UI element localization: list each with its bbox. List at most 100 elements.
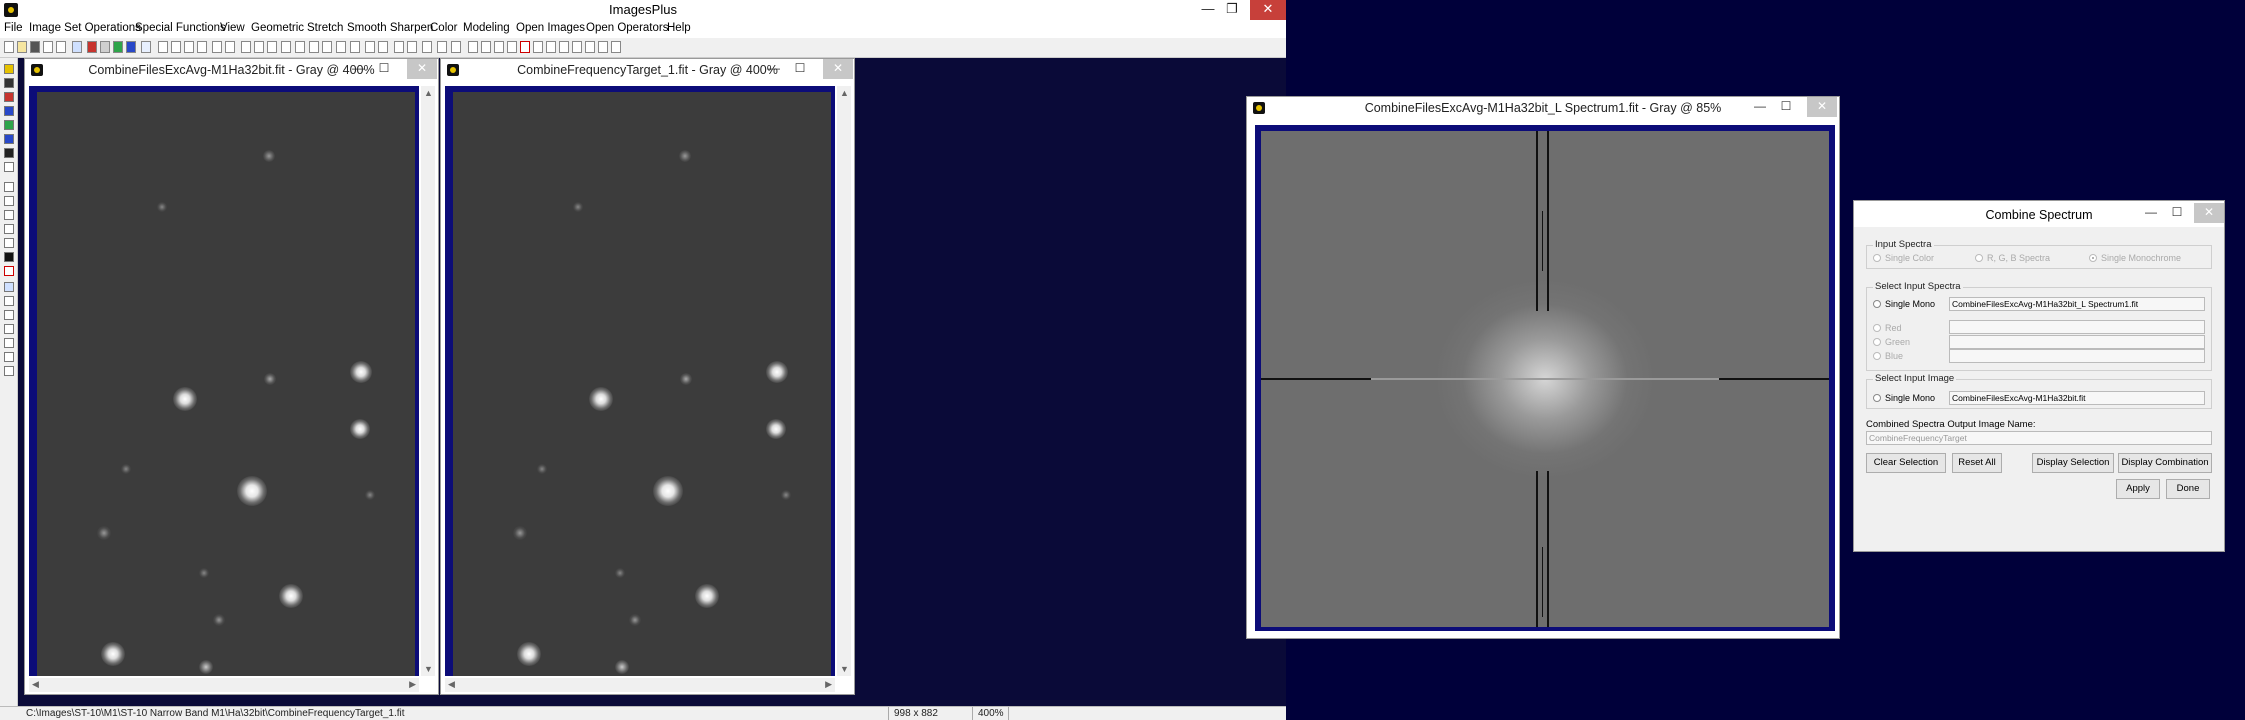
brush-icon[interactable] <box>407 41 417 53</box>
crop-icon[interactable] <box>322 41 332 53</box>
crosshair-icon[interactable] <box>309 41 319 53</box>
zoom-fit-icon[interactable] <box>468 41 478 53</box>
window-close-button[interactable]: ✕ <box>407 59 437 79</box>
window-maximize-button[interactable]: ☐ <box>787 59 813 79</box>
curves-icon[interactable] <box>365 41 375 53</box>
zoom-out-icon[interactable] <box>494 41 504 53</box>
open-file-icon[interactable] <box>17 41 27 53</box>
radio-rgb-spectra[interactable] <box>1975 254 1983 262</box>
zoom-actual-icon[interactable] <box>507 41 517 53</box>
tile-icon[interactable] <box>546 41 556 53</box>
levels-icon[interactable] <box>350 41 360 53</box>
window-close-button[interactable]: ✕ <box>823 59 853 79</box>
tool-doc-icon[interactable] <box>4 182 14 192</box>
pin-icon[interactable] <box>212 41 222 53</box>
histogram-icon[interactable] <box>336 41 346 53</box>
radio-single-mono-image[interactable] <box>1873 394 1881 402</box>
menu-help[interactable]: Help <box>667 22 691 34</box>
grid-add-icon[interactable] <box>295 41 305 53</box>
menu-file[interactable]: File <box>4 22 23 34</box>
tool-move-icon[interactable] <box>4 282 14 292</box>
window-icon[interactable] <box>611 41 621 53</box>
red-spectrum-field[interactable] <box>1949 320 2205 334</box>
display-selection-button[interactable]: Display Selection <box>2032 453 2114 473</box>
radio-green[interactable] <box>1873 338 1881 346</box>
dots-icon[interactable] <box>241 41 251 53</box>
tool-right-icon[interactable] <box>4 310 14 320</box>
gray-channel-icon[interactable] <box>100 41 110 53</box>
app-close-button[interactable]: ✕ <box>1250 0 1286 20</box>
single-mono-image-field[interactable]: CombineFilesExcAvg-M1Ha32bit.fit <box>1949 391 2205 405</box>
tool-frame-icon[interactable] <box>4 224 14 234</box>
window-minimize-button[interactable]: — <box>761 59 787 79</box>
scroll-left-icon[interactable]: ◀ <box>32 679 39 690</box>
dialog-close-button[interactable]: ✕ <box>2194 203 2224 223</box>
menu-stretch[interactable]: Stretch <box>307 22 343 34</box>
scroll-up-icon[interactable]: ▲ <box>840 88 849 98</box>
output-name-field[interactable]: CombineFrequencyTarget <box>1866 431 2212 445</box>
tool-red-icon[interactable] <box>4 92 14 102</box>
tool-blue-icon[interactable] <box>4 106 14 116</box>
dialog-maximize-button[interactable]: ☐ <box>2164 203 2190 223</box>
menu-geometric[interactable]: Geometric <box>251 22 304 34</box>
tile-vertical-icon[interactable] <box>572 41 582 53</box>
dialog-minimize-button[interactable]: — <box>2138 203 2164 223</box>
ruler-icon[interactable] <box>281 41 291 53</box>
tool-left-icon[interactable] <box>4 324 14 334</box>
radio-blue[interactable] <box>1873 352 1881 360</box>
redo-icon[interactable] <box>171 41 181 53</box>
red-channel-icon[interactable] <box>87 41 97 53</box>
window-minimize-button[interactable]: — <box>345 59 371 79</box>
horizontal-scrollbar[interactable]: ◀ ▶ <box>29 678 419 692</box>
radio-red[interactable] <box>1873 324 1881 332</box>
menu-special-functions[interactable]: Special Functions <box>135 22 226 34</box>
images-icon[interactable] <box>437 41 447 53</box>
done-button[interactable]: Done <box>2166 479 2210 499</box>
redo-all-icon[interactable] <box>197 41 207 53</box>
blue-channel-icon[interactable] <box>126 41 136 53</box>
tool-list-icon[interactable] <box>4 366 14 376</box>
green-channel-icon[interactable] <box>113 41 123 53</box>
grid-icon[interactable] <box>141 41 151 53</box>
layout-icon[interactable] <box>533 41 543 53</box>
spectrum-image[interactable] <box>1261 131 1829 627</box>
tool-select-icon[interactable] <box>4 64 14 74</box>
save-file-icon[interactable] <box>30 41 40 53</box>
vertical-scrollbar[interactable]: ▲ ▼ <box>421 86 435 676</box>
zoom-in-icon[interactable] <box>481 41 491 53</box>
reset-all-button[interactable]: Reset All <box>1952 453 2002 473</box>
tool-up-icon[interactable] <box>4 296 14 306</box>
tool-stack-icon[interactable] <box>4 148 14 158</box>
radio-single-monochrome[interactable] <box>2089 254 2097 262</box>
scroll-down-icon[interactable]: ▼ <box>424 664 433 674</box>
scroll-right-icon[interactable]: ▶ <box>409 679 416 690</box>
mask-icon[interactable] <box>254 41 264 53</box>
close-file-icon[interactable] <box>43 41 53 53</box>
tool-black-icon[interactable] <box>4 78 14 88</box>
scroll-left-icon[interactable]: ◀ <box>448 679 455 690</box>
tool-dark-icon[interactable] <box>4 252 14 262</box>
blue-spectrum-field[interactable] <box>1949 349 2205 363</box>
app-maximize-button[interactable]: ❐ <box>1214 0 1250 20</box>
menu-smooth-sharpen[interactable]: Smooth Sharpen <box>347 22 433 34</box>
cascade-icon[interactable] <box>559 41 569 53</box>
vertical-scrollbar[interactable]: ▲ ▼ <box>837 86 851 676</box>
tool-rotate-icon[interactable] <box>4 338 14 348</box>
menu-color[interactable]: Color <box>430 22 457 34</box>
display-combination-button[interactable]: Display Combination <box>2118 453 2212 473</box>
tool-target-icon[interactable] <box>4 266 14 276</box>
undo-all-icon[interactable] <box>184 41 194 53</box>
window-close-button[interactable]: ✕ <box>1807 97 1837 117</box>
tool-stamp-icon[interactable] <box>4 162 14 172</box>
tool-icon[interactable] <box>72 41 82 53</box>
menu-view[interactable]: View <box>220 22 245 34</box>
pencil-icon[interactable] <box>394 41 404 53</box>
marker-icon[interactable] <box>225 41 235 53</box>
tool-flip-icon[interactable] <box>4 352 14 362</box>
new-file-icon[interactable] <box>4 41 14 53</box>
window-minimize-button[interactable]: — <box>1747 97 1773 117</box>
tool-pen-icon[interactable] <box>4 196 14 206</box>
clear-selection-button[interactable]: Clear Selection <box>1866 453 1946 473</box>
single-mono-spectrum-field[interactable]: CombineFilesExcAvg-M1Ha32bit_L Spectrum1… <box>1949 297 2205 311</box>
scroll-down-icon[interactable]: ▼ <box>840 664 849 674</box>
